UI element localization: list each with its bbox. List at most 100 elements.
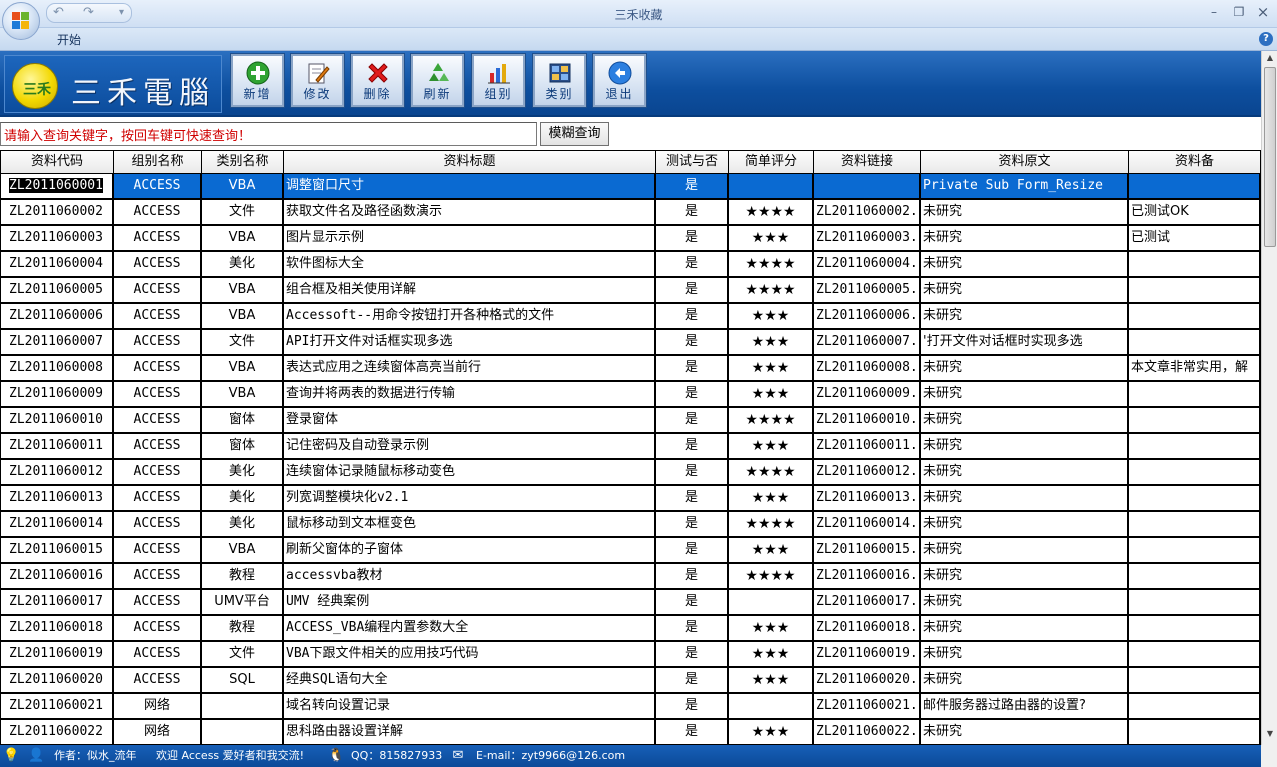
table-cell-资料备[interactable] [1129,460,1261,486]
table-cell-类别名称[interactable]: VBA [202,174,284,200]
table-cell-资料链接[interactable]: ZL2011060016. [814,564,921,590]
table-cell-资料链接[interactable]: ZL2011060006. [814,304,921,330]
table-row[interactable]: ZL2011060002 ACCESS 文件 获取文件名及路径函数演示是 ★★★★ ZL2… [0,200,1261,226]
table-cell-资料原文[interactable]: 未研究 [921,642,1129,668]
table-cell-资料原文[interactable]: 未研究 [921,616,1129,642]
table-cell-资料链接[interactable]: ZL2011060014. [814,512,921,538]
table-cell-资料备[interactable] [1129,330,1261,356]
table-cell-资料代码[interactable]: ZL2011060021 [0,694,114,720]
column-header-0[interactable]: 资料代码 [0,150,114,174]
table-cell-测试与否[interactable]: 是 [656,616,729,642]
table-cell-类别名称[interactable]: 美化 [202,252,284,278]
table-cell-测试与否[interactable]: 是 [656,512,729,538]
table-cell-简单评分[interactable]: ★★★ [729,642,814,668]
table-cell-资料原文[interactable]: 未研究 [921,486,1129,512]
close-button[interactable]: × [1253,4,1273,20]
search-input[interactable]: 请输入查询关键字，按回车键可快速查询！ [0,122,537,146]
table-cell-资料链接[interactable]: ZL2011060021. [814,694,921,720]
table-cell-组别名称[interactable]: ACCESS [114,382,202,408]
table-row[interactable]: ZL2011060009 ACCESS VBA 查询并将两表的数据进行传输是 ★★★ ZL… [0,382,1261,408]
table-cell-资料代码[interactable]: ZL2011060005 [0,278,114,304]
table-cell-组别名称[interactable]: ACCESS [114,278,202,304]
table-cell-资料备[interactable] [1129,720,1261,745]
table-cell-简单评分[interactable]: ★★★★ [729,512,814,538]
table-cell-资料代码[interactable]: ZL2011060020 [0,668,114,694]
table-cell-类别名称[interactable]: VBA [202,304,284,330]
table-cell-类别名称[interactable]: VBA [202,382,284,408]
table-cell-简单评分[interactable] [729,174,814,200]
table-cell-类别名称[interactable]: 美化 [202,486,284,512]
table-cell-资料代码[interactable]: ZL2011060016 [0,564,114,590]
table-cell-类别名称[interactable]: UMV平台 [202,590,284,616]
table-cell-测试与否[interactable]: 是 [656,668,729,694]
table-cell-资料代码[interactable]: ZL2011060007 [0,330,114,356]
table-cell-测试与否[interactable]: 是 [656,174,729,200]
table-cell-资料代码[interactable]: ZL2011060017 [0,590,114,616]
table-cell-测试与否[interactable]: 是 [656,720,729,745]
minimize-button[interactable]: – [1204,4,1224,20]
table-cell-资料备[interactable]: 已测试OK [1129,200,1261,226]
table-cell-测试与否[interactable]: 是 [656,590,729,616]
table-cell-资料标题[interactable]: 连续窗体记录随鼠标移动变色 [284,460,656,486]
table-cell-资料备[interactable] [1129,278,1261,304]
table-cell-资料链接[interactable]: ZL2011060015. [814,538,921,564]
table-row[interactable]: ZL2011060011 ACCESS 窗体 记住密码及自动登录示例是 ★★★ ZL201… [0,434,1261,460]
table-cell-资料链接[interactable]: ZL2011060009. [814,382,921,408]
scroll-up-icon[interactable]: ▲ [1263,53,1277,67]
table-cell-类别名称[interactable]: 美化 [202,512,284,538]
table-cell-资料原文[interactable]: 未研究 [921,408,1129,434]
table-cell-资料代码[interactable]: ZL2011060003 [0,226,114,252]
table-cell-资料代码[interactable]: ZL2011060004 [0,252,114,278]
column-header-8[interactable]: 资料备 [1129,150,1261,174]
table-cell-资料链接[interactable]: ZL2011060003. [814,226,921,252]
table-cell-资料标题[interactable]: 域名转向设置记录 [284,694,656,720]
table-cell-类别名称[interactable] [202,694,284,720]
table-cell-组别名称[interactable]: ACCESS [114,304,202,330]
table-cell-资料代码[interactable]: ZL2011060010 [0,408,114,434]
table-cell-资料备[interactable]: 已测试 [1129,226,1261,252]
table-cell-资料原文[interactable]: 未研究 [921,278,1129,304]
table-cell-简单评分[interactable]: ★★★ [729,616,814,642]
table-cell-简单评分[interactable]: ★★★★ [729,408,814,434]
table-cell-测试与否[interactable]: 是 [656,434,729,460]
refresh-button[interactable]: 刷新 [410,53,465,108]
table-cell-资料链接[interactable]: ZL2011060004. [814,252,921,278]
table-cell-资料原文[interactable]: 未研究 [921,382,1129,408]
table-cell-资料链接[interactable]: ZL2011060008. [814,356,921,382]
table-row[interactable]: ZL2011060015 ACCESS VBA 刷新父窗体的子窗体是 ★★★ ZL2011… [0,538,1261,564]
table-cell-资料链接[interactable]: ZL2011060022. [814,720,921,745]
table-cell-资料标题[interactable]: accessvba教材 [284,564,656,590]
table-cell-简单评分[interactable]: ★★★★ [729,278,814,304]
table-cell-资料代码[interactable]: ZL2011060015 [0,538,114,564]
table-cell-类别名称[interactable]: 文件 [202,642,284,668]
tab-start[interactable]: 开始 [57,31,81,48]
table-cell-类别名称[interactable]: 教程 [202,564,284,590]
table-cell-组别名称[interactable]: ACCESS [114,174,202,200]
office-button[interactable] [2,2,40,40]
table-cell-资料代码[interactable]: ZL2011060002 [0,200,114,226]
table-cell-类别名称[interactable]: 教程 [202,616,284,642]
table-cell-类别名称[interactable]: SQL [202,668,284,694]
table-cell-测试与否[interactable]: 是 [656,330,729,356]
table-cell-资料原文[interactable]: 邮件服务器过路由器的设置? [921,694,1129,720]
table-cell-资料原文[interactable]: 未研究 [921,252,1129,278]
table-cell-简单评分[interactable]: ★★★ [729,668,814,694]
table-cell-资料备[interactable] [1129,304,1261,330]
table-cell-资料原文[interactable]: 未研究 [921,668,1129,694]
table-cell-资料标题[interactable]: 登录窗体 [284,408,656,434]
table-cell-测试与否[interactable]: 是 [656,382,729,408]
table-cell-资料标题[interactable]: ACCESS_VBA编程内置参数大全 [284,616,656,642]
table-cell-类别名称[interactable]: VBA [202,538,284,564]
table-cell-组别名称[interactable]: ACCESS [114,616,202,642]
table-cell-资料原文[interactable]: Private Sub Form_Resize [921,174,1129,200]
table-cell-类别名称[interactable]: VBA [202,278,284,304]
table-cell-资料原文[interactable]: 未研究 [921,512,1129,538]
table-cell-资料代码[interactable]: ZL2011060011 [0,434,114,460]
table-cell-资料标题[interactable]: 刷新父窗体的子窗体 [284,538,656,564]
table-cell-组别名称[interactable]: ACCESS [114,434,202,460]
table-cell-组别名称[interactable]: ACCESS [114,564,202,590]
table-cell-测试与否[interactable]: 是 [656,460,729,486]
table-cell-资料链接[interactable] [814,174,921,200]
table-cell-资料代码[interactable]: ZL2011060001 [0,174,114,200]
table-cell-简单评分[interactable]: ★★★★ [729,460,814,486]
